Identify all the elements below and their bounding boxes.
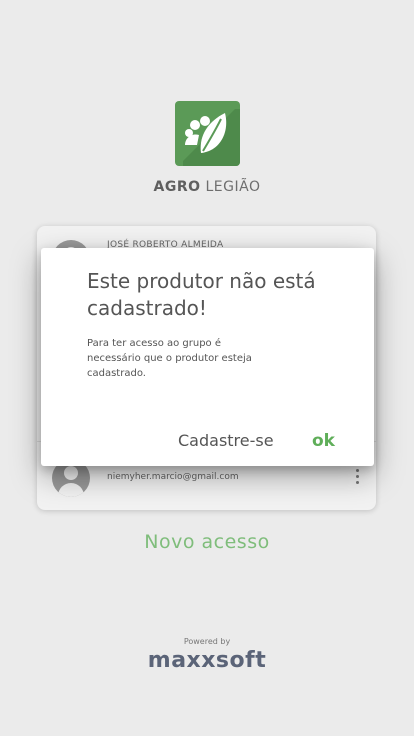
alert-dialog: Este produtor não está cadastrado! Para … [41,248,374,466]
dialog-title: Este produtor não está cadastrado! [87,269,316,320]
register-button[interactable]: Cadastre-se [178,431,274,450]
ok-button[interactable]: ok [312,431,335,451]
dialog-message: Para ter acesso ao grupo é necessário qu… [87,338,252,379]
